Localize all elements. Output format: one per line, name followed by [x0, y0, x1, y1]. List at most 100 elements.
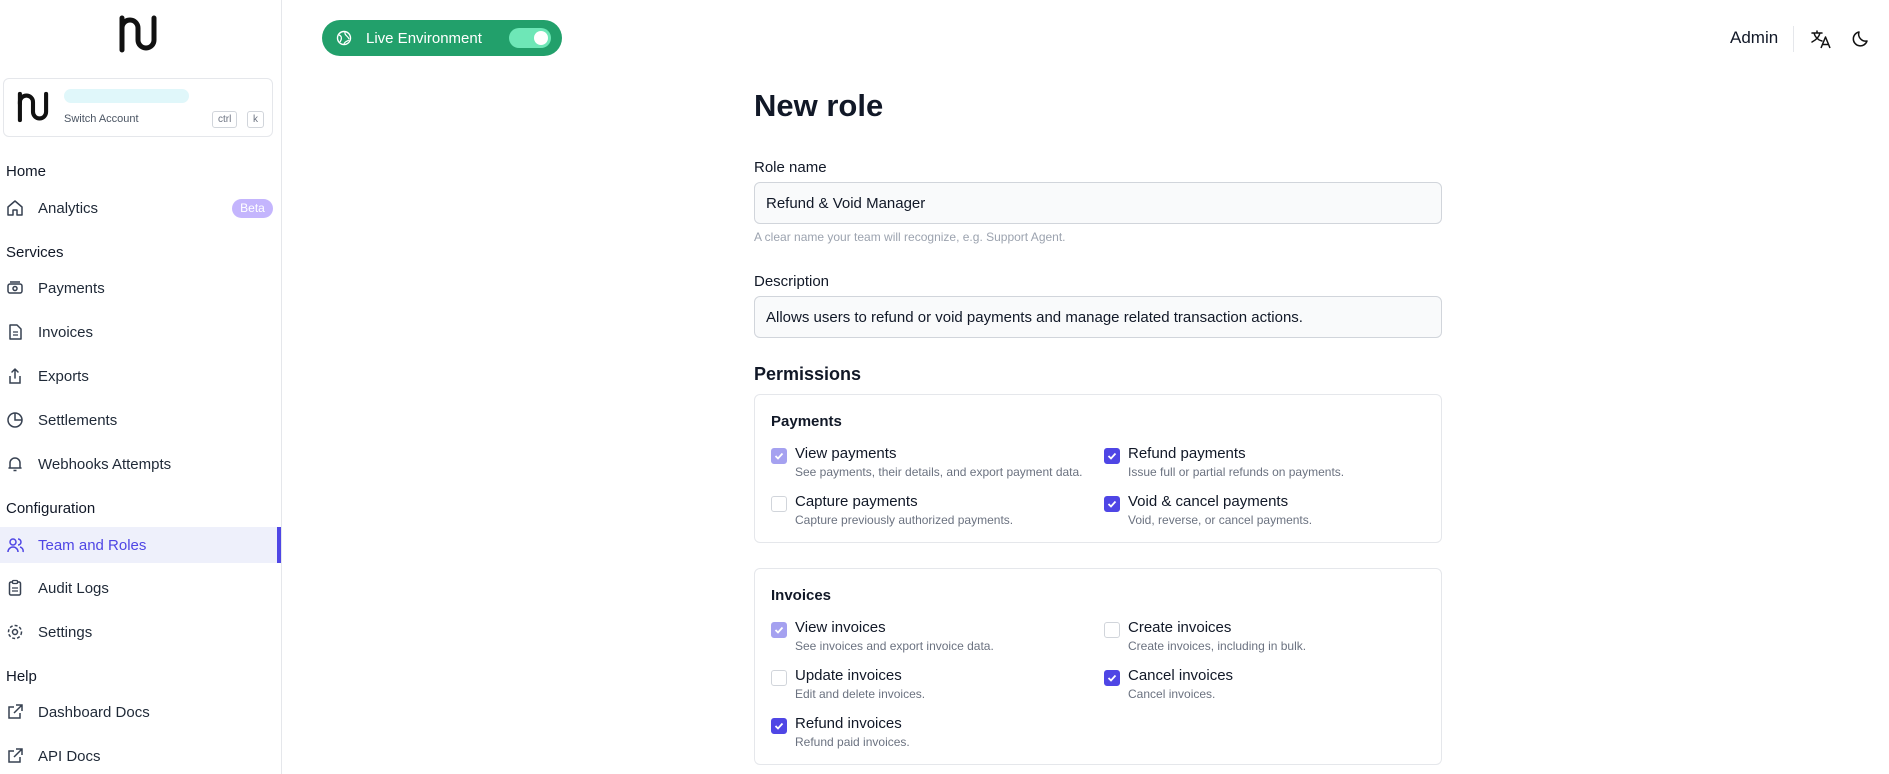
sidebar-item-label: Exports [38, 367, 89, 385]
permission-cancel-invoices[interactable]: Cancel invoices Cancel invoices. [1104, 667, 1424, 707]
sidebar-item-analytics[interactable]: Analytics Beta [0, 190, 281, 226]
account-logo-icon [17, 91, 49, 123]
description-label: Description [754, 273, 830, 290]
permission-title: View payments [795, 445, 897, 462]
gear-icon [7, 624, 23, 640]
permission-desc: Refund paid invoices. [795, 735, 910, 749]
sidebar-item-label: Audit Logs [38, 579, 109, 597]
sidebar-item-team-roles[interactable]: Team and Roles [0, 527, 281, 563]
sidebar-item-label: API Docs [38, 747, 101, 765]
dark-mode-icon[interactable] [1852, 29, 1871, 48]
account-switcher[interactable]: Switch Account ctrl k [3, 78, 273, 137]
permission-desc: Edit and delete invoices. [795, 687, 926, 701]
permission-desc: Capture previously authorized payments. [795, 513, 1014, 527]
check-icon [774, 452, 784, 460]
sidebar-item-payments[interactable]: Payments [0, 270, 281, 306]
shortcut-k-key: k [247, 111, 264, 128]
permission-update-invoices[interactable]: Update invoices Edit and delete invoices… [771, 667, 1091, 707]
user-menu[interactable]: Admin [1730, 28, 1778, 48]
permission-desc: Void, reverse, or cancel payments. [1128, 513, 1313, 527]
permission-desc: Create invoices, including in bulk. [1128, 639, 1307, 653]
check-icon [774, 626, 784, 634]
permission-title: Void & cancel payments [1128, 493, 1289, 510]
description-input[interactable] [754, 296, 1442, 338]
role-name-input[interactable] [754, 182, 1442, 224]
permission-desc: See invoices and export invoice data. [795, 639, 994, 653]
external-link-icon [8, 748, 23, 763]
permission-capture-payments[interactable]: Capture payments Capture previously auth… [771, 493, 1091, 533]
external-link-icon [8, 704, 23, 719]
switch-knob [534, 31, 548, 45]
live-environment-label: Live Environment [366, 29, 482, 47]
checkbox[interactable] [771, 622, 787, 638]
permission-title: View invoices [795, 619, 886, 636]
permission-void-cancel-payments[interactable]: Void & cancel payments Void, reverse, or… [1104, 493, 1424, 533]
shortcut-ctrl-key: ctrl [212, 111, 238, 128]
sidebar: Switch Account ctrl k Home Analytics Bet… [0, 0, 282, 774]
section-help: Help [6, 668, 37, 685]
sidebar-item-label: Dashboard Docs [38, 703, 150, 721]
section-home: Home [6, 163, 47, 180]
permission-refund-payments[interactable]: Refund payments Issue full or partial re… [1104, 445, 1424, 485]
permission-title: Create invoices [1128, 619, 1232, 636]
users-icon [7, 538, 24, 553]
brand-logo-icon[interactable] [116, 14, 160, 54]
sidebar-item-label: Payments [38, 279, 105, 297]
live-environment-toggle[interactable]: Live Environment [322, 20, 562, 56]
bell-icon [8, 457, 22, 472]
permission-title: Cancel invoices [1128, 667, 1234, 684]
permission-desc: See payments, their details, and export … [795, 465, 1083, 479]
divider [1793, 26, 1794, 52]
sidebar-item-settlements[interactable]: Settlements [0, 402, 281, 438]
switch-account-label: Switch Account [64, 113, 139, 125]
document-icon [9, 324, 22, 340]
payments-icon [7, 281, 23, 294]
sidebar-item-label: Invoices [38, 323, 94, 341]
checkbox[interactable] [1104, 670, 1120, 686]
role-name-label: Role name [754, 159, 827, 176]
permission-title: Update invoices [795, 667, 902, 684]
environment-switch[interactable] [509, 28, 551, 48]
check-icon [1107, 500, 1117, 508]
translate-icon[interactable] [1810, 28, 1832, 50]
permission-view-payments[interactable]: View payments See payments, their detail… [771, 445, 1091, 485]
checkbox[interactable] [771, 448, 787, 464]
sidebar-item-api-docs[interactable]: API Docs [0, 738, 281, 774]
checkbox[interactable] [1104, 496, 1120, 512]
sidebar-item-dashboard-docs[interactable]: Dashboard Docs [0, 694, 281, 730]
sidebar-item-audit-logs[interactable]: Audit Logs [0, 570, 281, 606]
permission-title: Refund invoices [795, 715, 902, 732]
checkbox[interactable] [771, 718, 787, 734]
sidebar-item-exports[interactable]: Exports [0, 358, 281, 394]
sidebar-item-invoices[interactable]: Invoices [0, 314, 281, 350]
permission-create-invoices[interactable]: Create invoices Create invoices, includi… [1104, 619, 1424, 659]
account-name-placeholder [64, 89, 189, 103]
check-icon [774, 722, 784, 730]
permission-desc: Issue full or partial refunds on payment… [1128, 465, 1345, 479]
permission-group-invoices: Invoices View invoices See invoices and … [754, 568, 1442, 765]
permission-desc: Cancel invoices. [1128, 687, 1216, 701]
checkbox[interactable] [1104, 448, 1120, 464]
checkbox[interactable] [771, 496, 787, 512]
sidebar-item-label: Webhooks Attempts [38, 455, 172, 473]
role-name-help: A clear name your team will recognize, e… [754, 230, 1066, 244]
section-services: Services [6, 244, 64, 261]
permission-refund-invoices[interactable]: Refund invoices Refund paid invoices. [771, 715, 1091, 755]
group-title: Payments [771, 413, 842, 430]
permission-title: Refund payments [1128, 445, 1246, 462]
sidebar-item-label: Settings [38, 623, 93, 641]
checkbox[interactable] [771, 670, 787, 686]
home-icon [7, 200, 23, 216]
globe-icon [336, 30, 352, 46]
permissions-title: Permissions [754, 364, 862, 384]
clipboard-icon [8, 579, 22, 596]
sidebar-item-webhooks[interactable]: Webhooks Attempts [0, 446, 281, 482]
checkbox[interactable] [1104, 622, 1120, 638]
sidebar-item-settings[interactable]: Settings [0, 614, 281, 650]
sidebar-item-label: Team and Roles [38, 536, 147, 554]
export-icon [9, 367, 21, 384]
check-icon [1107, 674, 1117, 682]
page-title: New role [754, 88, 884, 123]
check-icon [1107, 452, 1117, 460]
permission-view-invoices[interactable]: View invoices See invoices and export in… [771, 619, 1091, 659]
